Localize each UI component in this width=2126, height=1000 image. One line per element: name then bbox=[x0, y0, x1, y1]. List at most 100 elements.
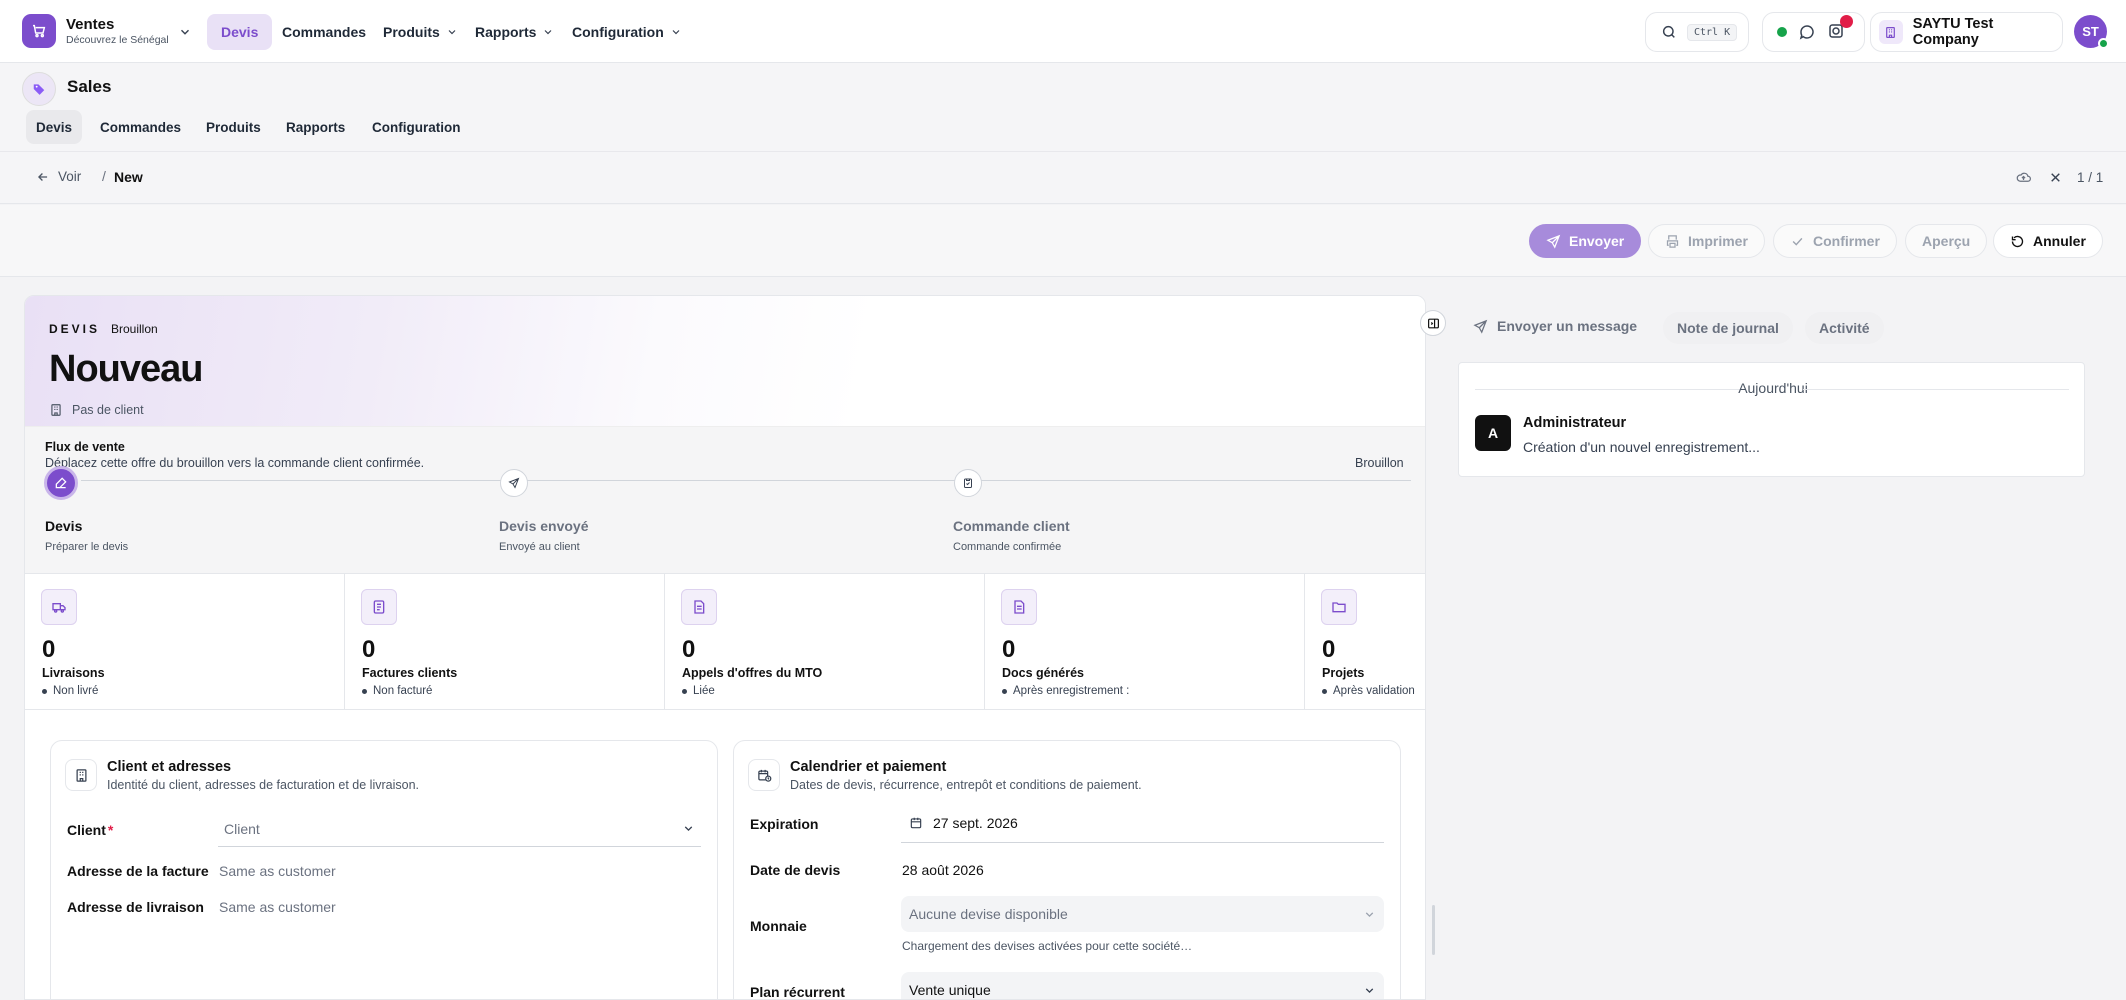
chevron-down-icon bbox=[672, 30, 680, 35]
activity-tab[interactable]: Activité bbox=[1805, 312, 1884, 344]
nav-produits[interactable]: Produits bbox=[369, 14, 472, 50]
stat-sub: Non livré bbox=[42, 685, 98, 697]
client-placeholder: Client bbox=[224, 820, 260, 837]
step-label: Commande client bbox=[953, 518, 1070, 534]
user-online-dot bbox=[2098, 38, 2109, 49]
tab-configuration[interactable]: Configuration bbox=[362, 110, 470, 144]
cancel-button[interactable]: Annuler bbox=[1993, 224, 2103, 258]
send-button[interactable]: Envoyer bbox=[1529, 224, 1642, 258]
tag-icon bbox=[33, 84, 45, 95]
tab-produits[interactable]: Produits bbox=[196, 110, 271, 144]
chat-icon[interactable] bbox=[1798, 23, 1816, 41]
clipboard-icon bbox=[964, 478, 972, 488]
invoice-address-label: Adresse de la facture bbox=[67, 863, 209, 879]
currency-select[interactable]: Aucune devise disponible bbox=[901, 896, 1384, 932]
record-header: DEVIS Brouillon Nouveau Pas de client bbox=[25, 296, 1425, 426]
flow-track bbox=[81, 480, 1411, 481]
sidebar-toggle-button[interactable] bbox=[1420, 310, 1446, 336]
stat-value: 0 bbox=[362, 636, 376, 663]
tab-devis[interactable]: Devis bbox=[26, 110, 83, 144]
step-devis[interactable] bbox=[44, 466, 78, 500]
stat-livraisons[interactable]: 0 Livraisons Non livré bbox=[25, 574, 345, 710]
send-message-tab[interactable]: Envoyer un message bbox=[1473, 318, 1637, 334]
tab-label: Devis bbox=[36, 119, 73, 135]
avatar-letter: A bbox=[1487, 425, 1499, 441]
currency-help: Chargement des devises activées pour cet… bbox=[902, 939, 1193, 953]
activity-button[interactable] bbox=[1827, 14, 1853, 43]
nav-commandes[interactable]: Commandes bbox=[268, 14, 380, 50]
stat-label: Livraisons bbox=[42, 666, 105, 680]
tab-label: Note de journal bbox=[1677, 320, 1779, 336]
chevron-down-icon bbox=[684, 826, 693, 832]
send-icon bbox=[1473, 319, 1488, 334]
chevron-down-icon bbox=[545, 30, 552, 35]
printer-icon bbox=[1666, 234, 1679, 248]
chevron-down-icon[interactable] bbox=[178, 25, 192, 39]
document-icon bbox=[681, 589, 717, 625]
stat-docs-generes[interactable]: 0 Docs générés Après enregistrement : bbox=[985, 574, 1305, 710]
client-select[interactable]: Client bbox=[218, 811, 701, 847]
tab-commandes[interactable]: Commandes bbox=[90, 110, 191, 144]
recurring-plan-label: Plan récurrent bbox=[750, 984, 845, 1000]
panel-subtitle: Dates de devis, récurrence, entrepôt et … bbox=[790, 778, 1142, 792]
tab-label: Commandes bbox=[100, 119, 182, 135]
stat-value: 0 bbox=[1002, 636, 1016, 663]
nav-label: Configuration bbox=[572, 24, 664, 40]
tab-rapports[interactable]: Rapports bbox=[276, 110, 355, 144]
stat-label: Projets bbox=[1322, 666, 1365, 680]
step-commande-client[interactable] bbox=[954, 469, 982, 497]
stat-sub-text: Après enregistrement : bbox=[1013, 685, 1130, 697]
recurring-plan-select[interactable]: Vente unique bbox=[901, 972, 1384, 999]
step-devis-envoye[interactable] bbox=[500, 469, 528, 497]
delivery-address-field[interactable]: Same as customer bbox=[219, 899, 336, 915]
close-icon[interactable] bbox=[2049, 171, 2062, 184]
avatar-initials: ST bbox=[2082, 24, 2099, 39]
record-client: Pas de client bbox=[49, 403, 144, 417]
nav-configuration[interactable]: Configuration bbox=[558, 14, 696, 50]
nav-rapports[interactable]: Rapports bbox=[461, 14, 568, 50]
stat-appels-offres[interactable]: 0 Appels d'offres du MTO Liée bbox=[665, 574, 985, 710]
tab-label: Envoyer un message bbox=[1497, 318, 1638, 334]
expiration-value: 27 sept. 2026 bbox=[933, 814, 1018, 831]
expiration-label: Expiration bbox=[750, 816, 819, 832]
divider bbox=[1475, 389, 1746, 390]
invoice-address-field[interactable]: Same as customer bbox=[219, 863, 336, 879]
stat-projets[interactable]: 0 Projets Après validation bbox=[1305, 574, 1425, 710]
expiration-field[interactable]: 27 sept. 2026 bbox=[901, 803, 1384, 843]
log-note-tab[interactable]: Note de journal bbox=[1663, 312, 1793, 344]
schedule-panel: Calendrier et paiement Dates de devis, r… bbox=[733, 740, 1401, 1000]
company-switcher[interactable]: SAYTU Test Company bbox=[1870, 12, 2063, 52]
edit-icon bbox=[55, 477, 67, 489]
chevron-down-icon bbox=[1365, 911, 1374, 917]
stat-factures[interactable]: 0 Factures clients Non facturé bbox=[345, 574, 665, 710]
resize-handle[interactable] bbox=[1432, 905, 1435, 955]
cart-icon bbox=[33, 24, 46, 38]
flow-title: Flux de vente bbox=[45, 440, 125, 454]
document-icon bbox=[1001, 589, 1037, 625]
step-sub: Commande confirmée bbox=[953, 541, 1062, 553]
search-button[interactable]: Ctrl K bbox=[1645, 12, 1749, 52]
app-logo[interactable] bbox=[22, 14, 56, 48]
truck-icon bbox=[41, 589, 77, 625]
stat-value: 0 bbox=[42, 636, 56, 663]
preview-button[interactable]: Aperçu bbox=[1905, 224, 1988, 258]
recurring-plan-value: Vente unique bbox=[909, 982, 991, 998]
print-button[interactable]: Imprimer bbox=[1648, 224, 1765, 258]
confirm-button[interactable]: Confirmer bbox=[1773, 224, 1897, 258]
notification-badge bbox=[1840, 14, 1853, 28]
stat-sub: Après validation bbox=[1322, 685, 1415, 697]
search-icon bbox=[1662, 25, 1675, 38]
preview-label: Aperçu bbox=[1922, 233, 1971, 249]
breadcrumb-current: New bbox=[114, 169, 143, 185]
message-avatar: A bbox=[1475, 415, 1511, 451]
flow-description: Déplacez cette offre du brouillon vers l… bbox=[45, 456, 425, 470]
record-kind: DEVIS bbox=[49, 322, 101, 336]
back-link[interactable]: Voir bbox=[36, 169, 81, 184]
quote-date-value[interactable]: 28 août 2026 bbox=[902, 862, 984, 878]
cloud-upload-icon[interactable] bbox=[2015, 170, 2032, 185]
smart-buttons: 0 Livraisons Non livré 0 Factures client… bbox=[25, 574, 1425, 710]
nav-devis[interactable]: Devis bbox=[207, 14, 273, 50]
client-label: Client * bbox=[67, 822, 113, 838]
print-label: Imprimer bbox=[1688, 233, 1748, 249]
chevron-down-icon bbox=[448, 30, 456, 35]
